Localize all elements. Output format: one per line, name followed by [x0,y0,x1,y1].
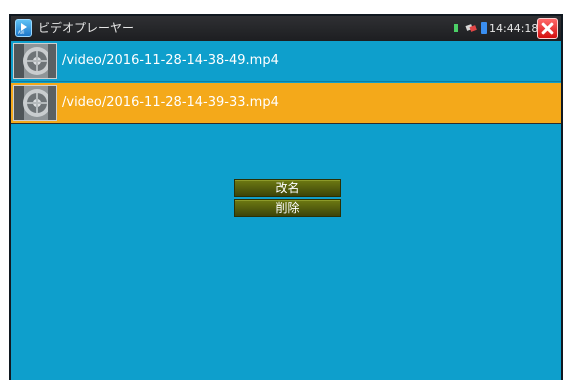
video-thumbnail-icon [13,85,57,121]
screen: AVI ビデオプレーヤー 14:44:18 /video/2016-11-28-… [11,16,561,380]
network-icon [465,24,477,32]
video-thumbnail-icon [13,43,57,79]
close-button[interactable] [537,18,558,39]
rename-button[interactable]: 改名 [234,179,341,197]
battery-icon [481,22,487,34]
sim-signal-icon [454,24,458,32]
window-title: ビデオプレーヤー [38,21,135,35]
file-name: /video/2016-11-28-14-39-33.mp4 [62,95,279,110]
app-icon-label: AVI [18,30,25,35]
file-name: /video/2016-11-28-14-38-49.mp4 [62,53,279,68]
device-frame: AVI ビデオプレーヤー 14:44:18 /video/2016-11-28-… [9,14,563,380]
clock: 14:44:18 [489,22,539,35]
file-list-item-selected[interactable]: /video/2016-11-28-14-39-33.mp4 [11,83,561,124]
delete-button[interactable]: 削除 [234,199,341,217]
context-menu: 改名 削除 [234,179,341,219]
title-bar: AVI ビデオプレーヤー 14:44:18 [11,16,561,41]
app-icon: AVI [15,19,32,37]
file-list-item[interactable]: /video/2016-11-28-14-38-49.mp4 [11,41,561,82]
